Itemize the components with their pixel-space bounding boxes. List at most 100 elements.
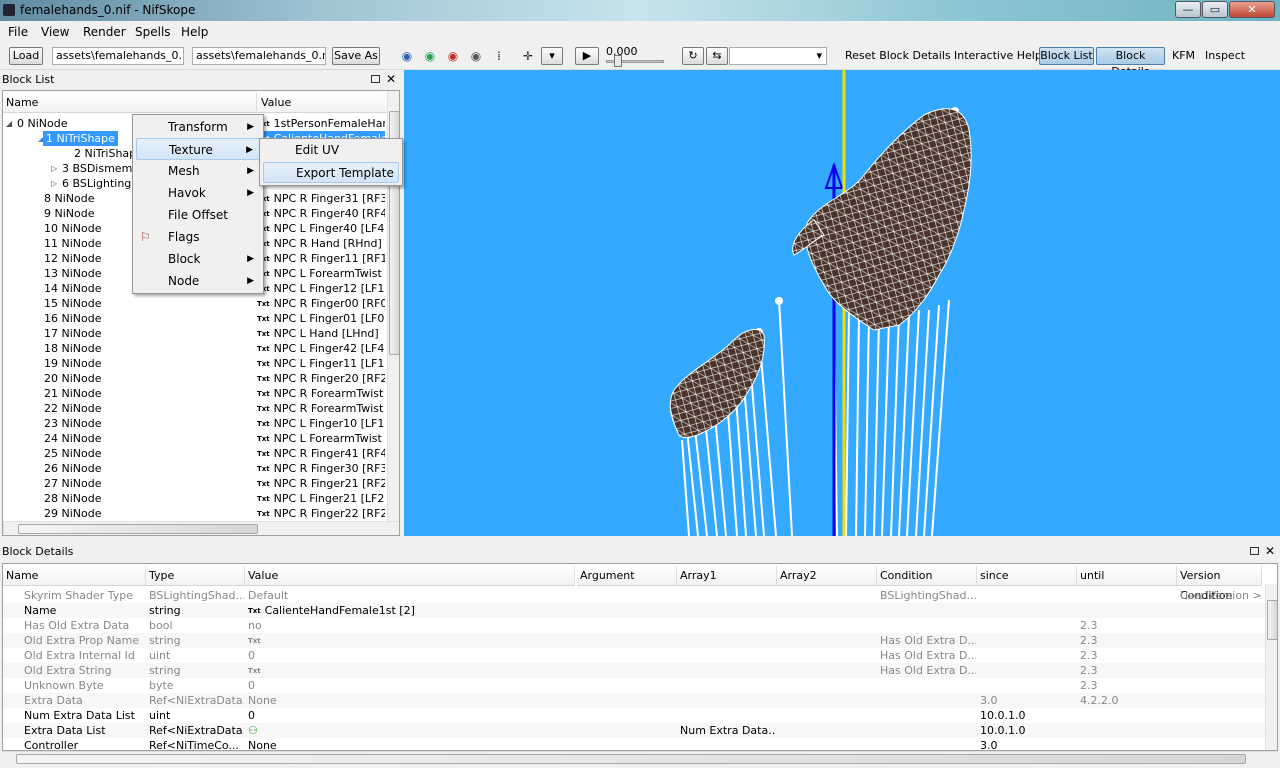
- details-col-header[interactable]: Value: [245, 566, 575, 586]
- eye-blue-icon[interactable]: ◉: [398, 49, 416, 63]
- details-row[interactable]: Name string Txt CalienteHandFemale1st [2]: [3, 603, 1265, 618]
- details-row[interactable]: Extra Data Ref<NiExtraData> None 3.0 4.2.2.0: [3, 693, 1265, 708]
- scroll-thumb[interactable]: [1267, 600, 1277, 640]
- menu-item-mesh[interactable]: Mesh ▶: [136, 160, 260, 182]
- details-col-header[interactable]: since: [977, 566, 1077, 586]
- details-cell-value[interactable]: Txt: [248, 633, 574, 649]
- menu-item-edit-uv[interactable]: Edit UV: [263, 140, 399, 161]
- details-row[interactable]: Old Extra Prop Name string Txt Has Old Extr…: [3, 633, 1265, 648]
- bone-line: [778, 298, 793, 536]
- play-button[interactable]: ▶: [575, 47, 599, 65]
- details-col-header[interactable]: Version Condition: [1177, 566, 1262, 602]
- tree-row[interactable]: 23 NiNode Txt NPC L Finger10 [LF10]: [3, 416, 387, 431]
- save-as-button[interactable]: Save As: [332, 47, 380, 65]
- menu-item-transform[interactable]: Transform ▶: [136, 116, 260, 138]
- hscroll-thumb[interactable]: [16, 754, 1246, 764]
- save-path-input[interactable]: assets\femalehands_0.nif: [192, 47, 326, 65]
- axes-icon[interactable]: ✛: [519, 49, 537, 63]
- details-row[interactable]: Num Extra Data List uint 0 10.0.1.0: [3, 708, 1265, 723]
- details-row[interactable]: Extra Data List Ref<NiExtraData> ⚇ Num Extr…: [3, 723, 1265, 738]
- kfm-button[interactable]: KFM: [1172, 49, 1195, 62]
- menu-help[interactable]: Help: [181, 25, 208, 39]
- inspect-button[interactable]: Inspect: [1205, 49, 1245, 62]
- details-row[interactable]: Controller Ref<NiTimeCo... None 3.0: [3, 738, 1265, 750]
- expand-arrow-icon[interactable]: ◢: [6, 116, 12, 131]
- details-row[interactable]: Skyrim Shader Type BSLightingShad... Defau…: [3, 588, 1265, 603]
- menu-item-file-offset[interactable]: File Offset: [136, 204, 260, 226]
- details-col-header[interactable]: Argument: [577, 566, 677, 586]
- details-vscrollbar[interactable]: [1265, 584, 1277, 750]
- tree-row[interactable]: 29 NiNode TxtNPC R Finger22 [RF22]: [3, 506, 387, 521]
- menu-view[interactable]: View: [41, 25, 69, 39]
- block-details-toggle[interactable]: Block Details: [1096, 47, 1165, 78]
- tree-row[interactable]: 18 NiNode Txt NPC L Finger42 [LF42]: [3, 341, 387, 356]
- col-header-name[interactable]: Name: [3, 93, 257, 113]
- close-panel-icon[interactable]: ✕: [1265, 545, 1275, 557]
- tree-row[interactable]: 20 NiNode TxtNPC R Finger20 [RF20]: [3, 371, 387, 386]
- details-row[interactable]: Old Extra Internal Id uint 0 Has Old Extra …: [3, 648, 1265, 663]
- tree-row[interactable]: 27 NiNode TxtNPC R Finger21 [RF21]: [3, 476, 387, 491]
- float-panel-icon[interactable]: [371, 75, 380, 83]
- interactive-help-button[interactable]: Interactive Help: [954, 49, 1042, 62]
- block-list-hscrollbar[interactable]: [3, 521, 399, 535]
- tree-row[interactable]: 25 NiNode TxtNPC R Finger41 [RF41]: [3, 446, 387, 461]
- details-row[interactable]: Has Old Extra Data bool no 2.3: [3, 618, 1265, 633]
- menu-file[interactable]: File: [8, 25, 28, 39]
- tree-row[interactable]: 16 NiNode Txt NPC L Finger01 [LF01]: [3, 311, 387, 326]
- expand-arrow-icon[interactable]: ▷: [51, 161, 57, 176]
- details-row[interactable]: Unknown Byte byte 0 2.3: [3, 678, 1265, 693]
- tree-row[interactable]: 21 NiNode Txt NPC R ForearmTwist: [3, 386, 387, 401]
- details-col-header[interactable]: until: [1077, 566, 1177, 586]
- menu-item-texture[interactable]: Texture ▶: [136, 138, 260, 160]
- eye-gray-icon[interactable]: ◉: [467, 49, 485, 63]
- close-panel-icon[interactable]: ✕: [386, 73, 396, 85]
- view-dropdown-button[interactable]: ▾: [541, 47, 563, 65]
- details-cell-value[interactable]: Txt: [248, 663, 574, 679]
- tree-row[interactable]: 24 NiNode Txt NPC L ForearmTwist: [3, 431, 387, 446]
- details-hscrollbar[interactable]: [2, 751, 1278, 766]
- block-details-table[interactable]: Name Type Value Argument Array1 Array2 Conditi…: [2, 563, 1278, 751]
- menu-item-block[interactable]: Block ▶: [136, 248, 260, 270]
- menu-spells[interactable]: Spells: [135, 25, 171, 39]
- close-window-button[interactable]: ✕: [1229, 1, 1275, 18]
- menu-render[interactable]: Render: [83, 25, 126, 39]
- tree-row[interactable]: 19 NiNode Txt NPC L Finger11 [LF11]: [3, 356, 387, 371]
- minimize-button[interactable]: —: [1175, 1, 1201, 18]
- menu-item-flags[interactable]: ⚐ Flags: [136, 226, 260, 248]
- details-col-header[interactable]: Type: [146, 566, 245, 586]
- maximize-button[interactable]: ▭: [1202, 1, 1228, 18]
- details-cell-value[interactable]: ⚇: [248, 723, 574, 738]
- switch-button[interactable]: ⇆: [706, 47, 728, 65]
- load-button[interactable]: Load: [9, 47, 43, 65]
- eye-red-icon[interactable]: ◉: [444, 49, 462, 63]
- menu-item-havok[interactable]: Havok ▶: [136, 182, 260, 204]
- details-col-header[interactable]: Array1: [677, 566, 777, 586]
- footprints-icon[interactable]: ⁞: [490, 49, 508, 63]
- hscroll-thumb[interactable]: [18, 524, 258, 534]
- details-cell-cond: Has Old Extra D...: [880, 634, 976, 647]
- eye-green-icon[interactable]: ◉: [421, 49, 439, 63]
- render-viewport[interactable]: [404, 70, 1280, 536]
- tree-row[interactable]: 22 NiNode Txt NPC R ForearmTwist: [3, 401, 387, 416]
- block-list-toggle[interactable]: Block List: [1039, 47, 1094, 65]
- animation-select[interactable]: ▾: [729, 47, 827, 65]
- details-cell-value[interactable]: Txt CalienteHandFemale1st [2]: [248, 603, 574, 619]
- tree-row[interactable]: 17 NiNode Txt NPC L Hand [LHnd]: [3, 326, 387, 341]
- details-col-header[interactable]: Array2: [777, 566, 877, 586]
- float-panel-icon[interactable]: [1250, 547, 1259, 555]
- loop-button[interactable]: ↻: [682, 47, 704, 65]
- tree-row[interactable]: 28 NiNode Txt NPC L Finger21 [LF21]: [3, 491, 387, 506]
- menu-item-node[interactable]: Node ▶: [136, 270, 260, 292]
- expand-arrow-icon[interactable]: ▷: [51, 176, 57, 191]
- title-bar[interactable]: femalehands_0.nif - NifSkope — ▭ ✕: [0, 0, 1280, 21]
- menu-item-export-template[interactable]: Export Template: [263, 162, 399, 183]
- details-col-header[interactable]: Condition: [877, 566, 977, 586]
- details-row[interactable]: Old Extra String string Txt Has Old Extra D…: [3, 663, 1265, 678]
- reset-block-details-button[interactable]: Reset Block Details: [845, 49, 951, 62]
- details-col-header[interactable]: Name: [3, 566, 146, 586]
- tree-row[interactable]: 26 NiNode TxtNPC R Finger30 [RF30]: [3, 461, 387, 476]
- load-path-input[interactable]: assets\femalehands_0.nif: [52, 47, 184, 65]
- col-header-value[interactable]: Value: [257, 93, 387, 113]
- time-slider-handle[interactable]: [614, 55, 622, 67]
- tree-row[interactable]: 15 NiNode TxtNPC R Finger00 [RF00]: [3, 296, 387, 311]
